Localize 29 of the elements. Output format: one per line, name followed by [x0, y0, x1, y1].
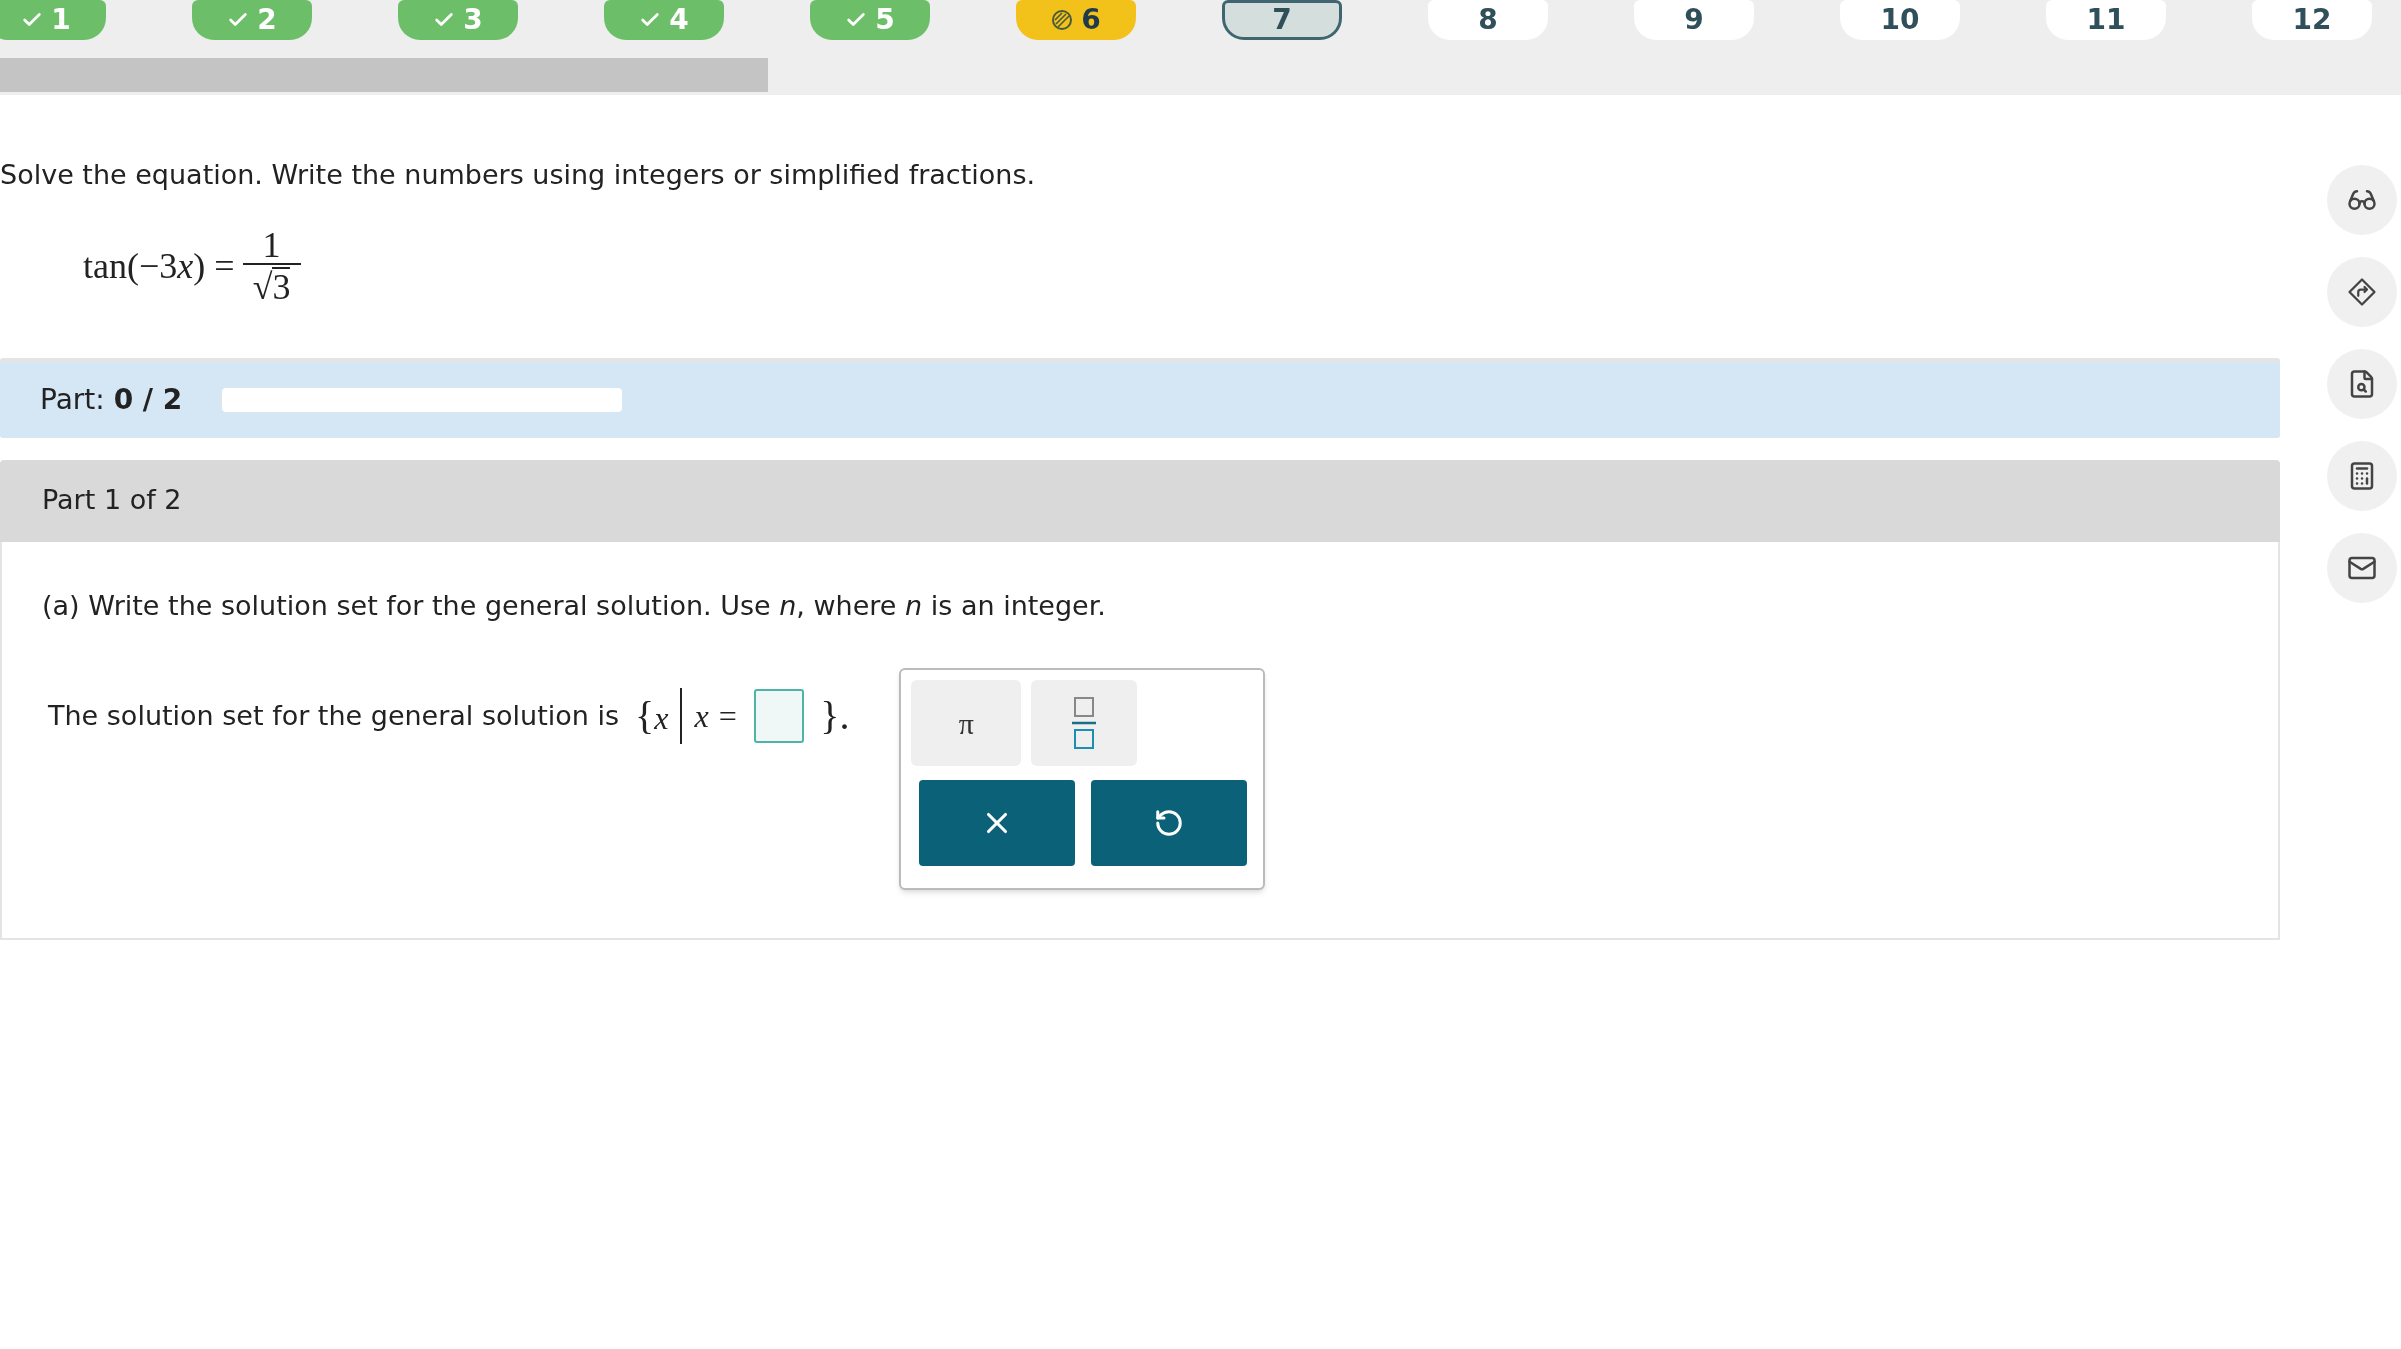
- part-label: Part: 0 / 2: [40, 381, 183, 418]
- instructions: Solve the equation. Write the numbers using integers or simplified fractions.: [0, 158, 1037, 192]
- square-root: √3: [252, 265, 291, 305]
- undo-icon: [1154, 808, 1185, 838]
- set-condition: x =: [694, 697, 739, 736]
- pi-key[interactable]: π: [911, 680, 1022, 766]
- question-tab[interactable]: 7: [1222, 0, 1342, 40]
- clear-button[interactable]: [919, 780, 1076, 866]
- numerator: 1: [261, 226, 282, 263]
- answer-label: The solution set for the general solution is: [48, 698, 620, 733]
- part-title: Part 1 of 2: [42, 483, 182, 518]
- question-tab[interactable]: 10: [1840, 0, 1960, 40]
- question-tab[interactable]: 11: [2046, 0, 2166, 40]
- set-close: }.: [820, 692, 850, 740]
- equation-left-side: tan(−3x) =: [83, 244, 235, 288]
- answer-field[interactable]: [754, 689, 805, 743]
- question-tab[interactable]: 12: [2252, 0, 2372, 40]
- set-divider: [680, 688, 683, 744]
- prompt: (a) Write the solution set for the general solution. Use n, where n is an integer.: [42, 588, 1107, 623]
- fraction-icon: [1071, 696, 1098, 750]
- undo-button[interactable]: [1091, 780, 1248, 866]
- fraction-key[interactable]: [1031, 680, 1138, 766]
- question-tab[interactable]: 6: [1016, 0, 1136, 40]
- directions-icon: [2347, 277, 2377, 307]
- question-tab[interactable]: 9: [1634, 0, 1754, 40]
- question-tab[interactable]: 8: [1428, 0, 1548, 40]
- set-variable: {x: [635, 692, 669, 740]
- fraction-bar: [242, 262, 301, 265]
- hatched-circle-icon: [1051, 9, 1074, 31]
